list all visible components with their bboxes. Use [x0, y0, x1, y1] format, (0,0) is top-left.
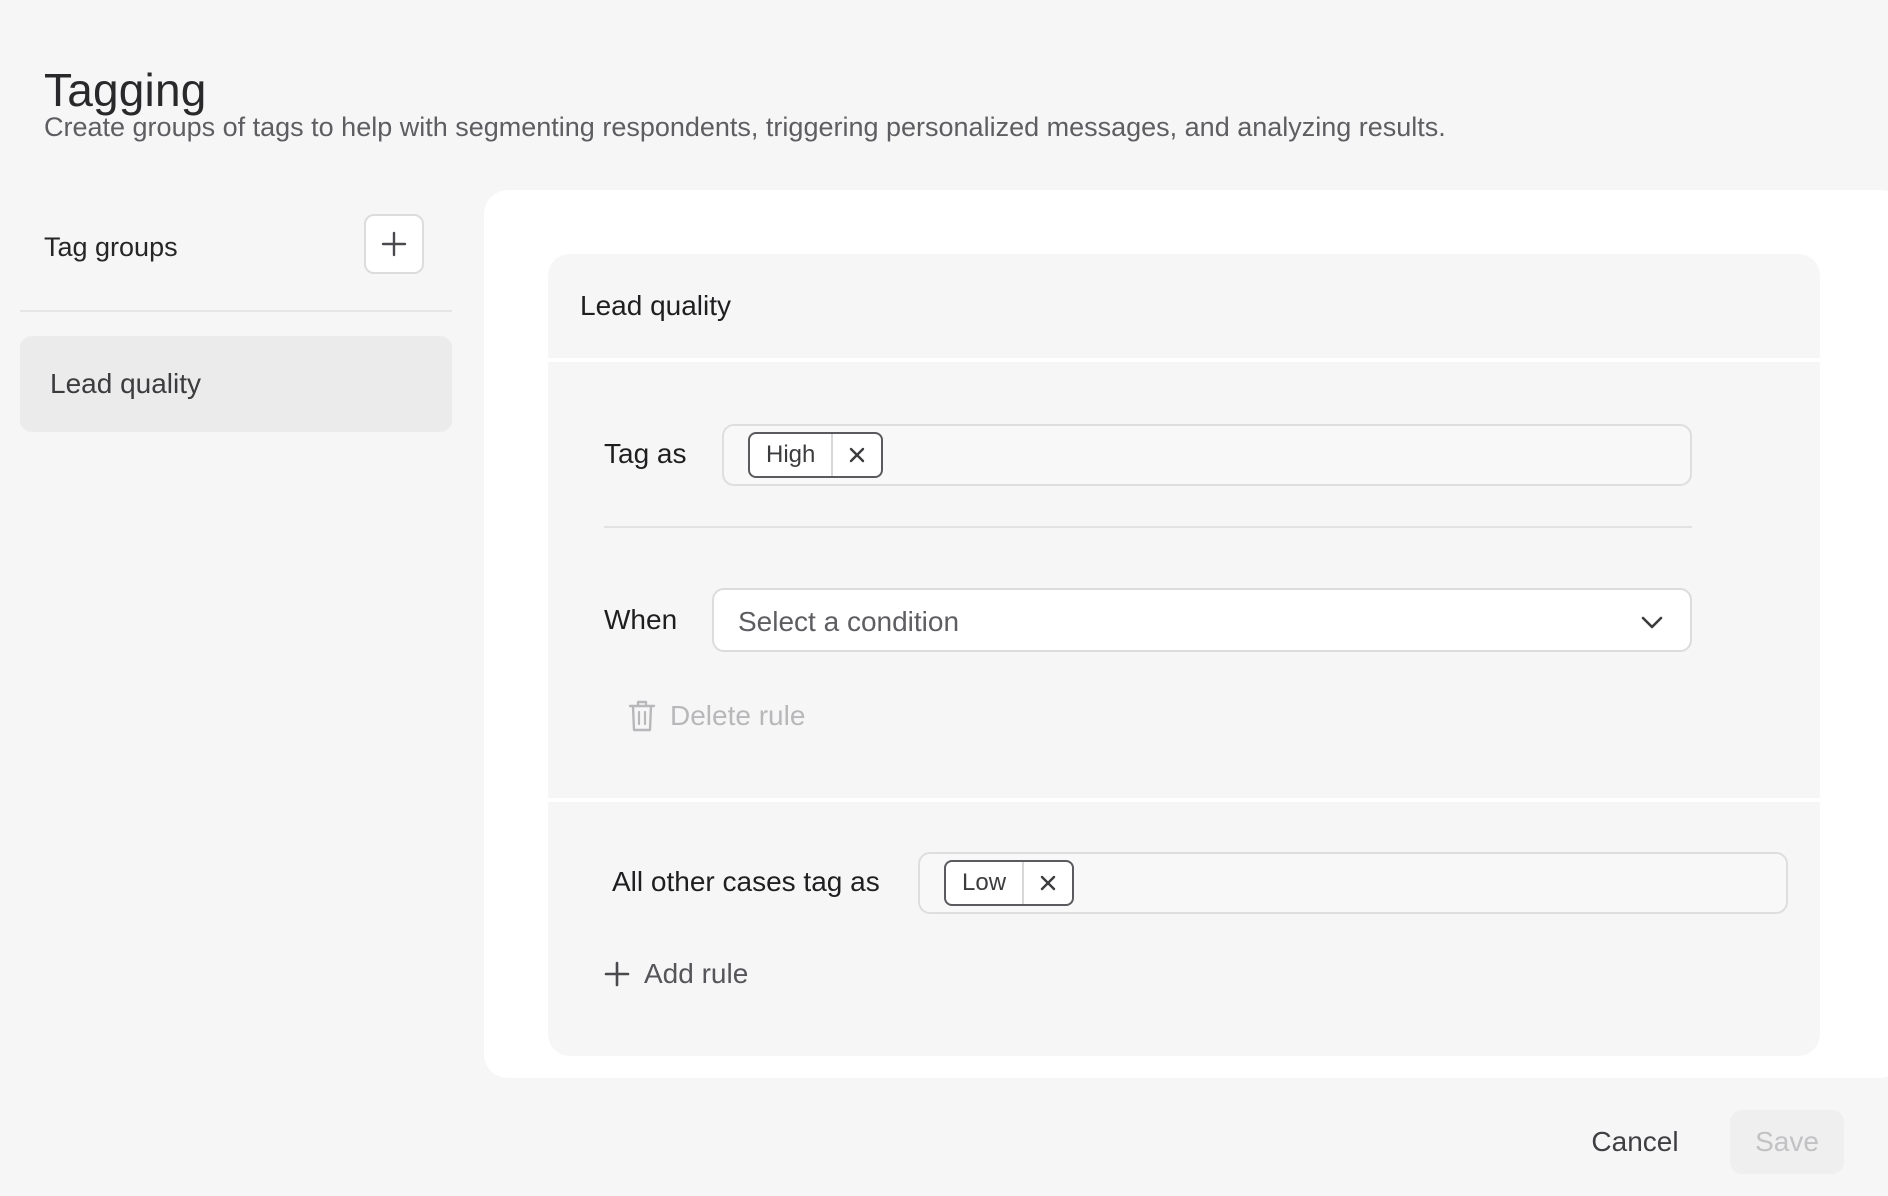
rule-section: Tag as High When Select a condition Dele… [548, 362, 1820, 802]
plus-icon [381, 231, 407, 257]
trash-icon [628, 700, 656, 732]
default-tag-input[interactable]: Low [918, 852, 1788, 914]
save-button[interactable]: Save [1730, 1110, 1844, 1174]
add-rule-button[interactable]: Add rule [604, 954, 748, 994]
close-icon [850, 447, 865, 463]
tag-as-input[interactable]: High [722, 424, 1692, 486]
tag-group-header: Lead quality [548, 254, 1820, 362]
sidebar-item-lead-quality[interactable]: Lead quality [20, 336, 452, 432]
page-subtitle: Create groups of tags to help with segme… [44, 112, 1446, 142]
tag-chip: Low [944, 860, 1075, 906]
when-label: When [604, 604, 678, 635]
chevron-down-icon [1641, 616, 1663, 629]
sidebar-item-label: Lead quality [50, 368, 202, 399]
main-panel: Lead quality Tag as High When Select a c… [484, 190, 1888, 1078]
page-title: Tagging [44, 63, 207, 116]
condition-select[interactable]: Select a condition [712, 588, 1692, 652]
rule-divider [604, 526, 1692, 528]
tag-group-title: Lead quality [580, 290, 732, 321]
tag-as-label: Tag as [604, 438, 687, 469]
remove-tag-button[interactable] [1024, 862, 1072, 904]
condition-placeholder: Select a condition [738, 606, 960, 637]
cancel-button[interactable]: Cancel [1570, 1110, 1700, 1174]
tag-chip-label: High [750, 434, 834, 476]
delete-rule-button[interactable]: Delete rule [628, 696, 805, 736]
plus-icon [604, 961, 630, 987]
all-other-cases-label: All other cases tag as [612, 866, 880, 897]
tag-group-card: Lead quality Tag as High When Select a c… [548, 254, 1820, 1056]
tag-chip: High [748, 432, 884, 478]
remove-tag-button[interactable] [833, 434, 881, 476]
add-tag-group-button[interactable] [364, 214, 424, 274]
delete-rule-label: Delete rule [670, 700, 806, 731]
tag-chip-label: Low [946, 862, 1025, 904]
sidebar-title: Tag groups [44, 232, 178, 262]
add-rule-label: Add rule [644, 958, 749, 989]
sidebar-header: Tag groups [20, 214, 452, 312]
close-icon [1040, 875, 1056, 891]
